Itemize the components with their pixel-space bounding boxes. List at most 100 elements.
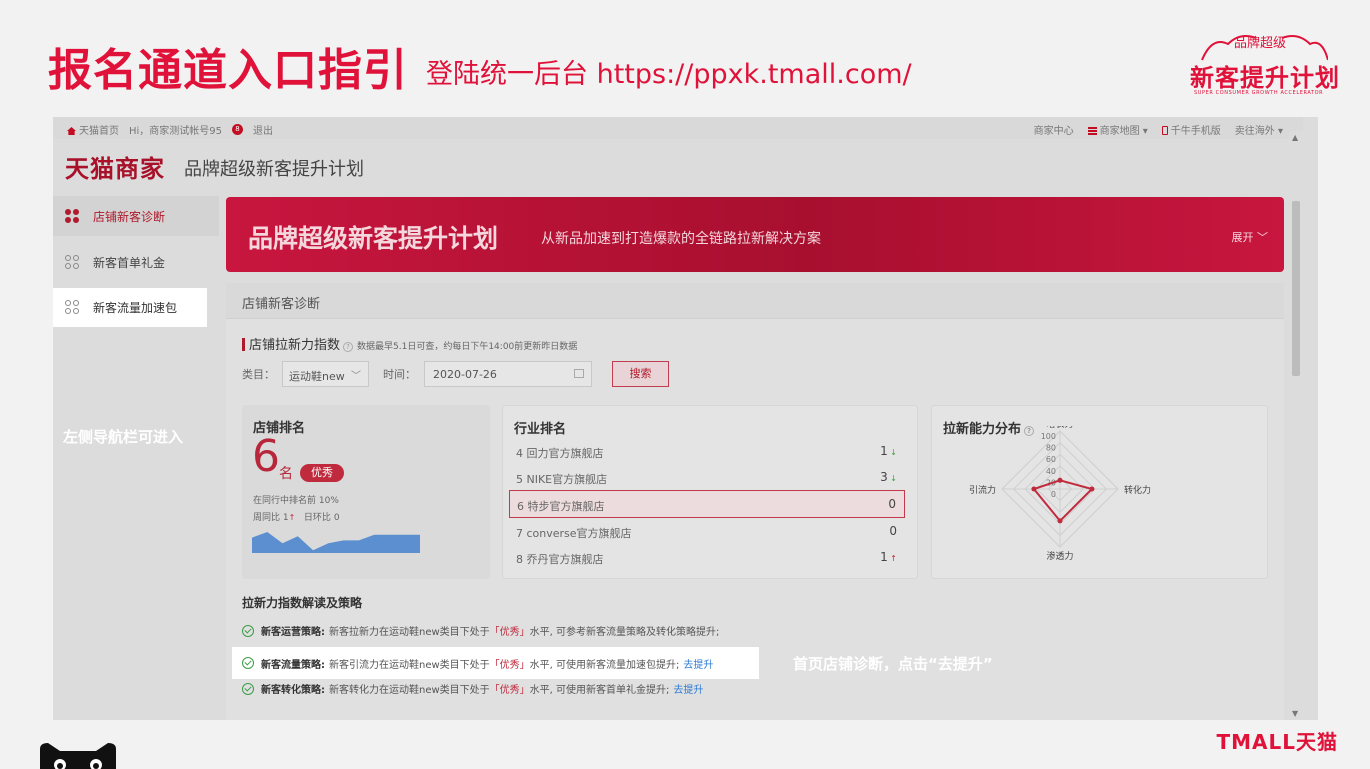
- industry-rank-row[interactable]: 8 乔丹官方旗舰店 1 ↑: [509, 546, 905, 570]
- peer-rank-text: 在同行中排名前 10%: [253, 496, 339, 506]
- radar-tick-label: 80: [1046, 444, 1056, 453]
- arrow-up-icon: ↑: [887, 554, 897, 563]
- time-label: 时间：: [383, 368, 416, 381]
- radar-point: [1057, 518, 1063, 524]
- store-rank-value: 6: [252, 431, 280, 482]
- sidebar-item-traffic-pack[interactable]: 新客流量加速包: [53, 288, 207, 327]
- improve-link[interactable]: 去提升: [683, 656, 713, 671]
- search-button[interactable]: 搜索: [612, 361, 669, 387]
- radar-tick-label: 40: [1046, 467, 1056, 476]
- home-icon: [67, 127, 76, 135]
- overseas-link[interactable]: 卖往海外 ▾: [1235, 122, 1283, 137]
- strategy-pre: 新客拉新力在运动鞋new类目下处于: [329, 627, 490, 638]
- store-name: 4 回力官方旗舰店: [516, 447, 604, 460]
- trend-area: [252, 532, 420, 553]
- arrow-down-icon: ↓: [887, 448, 897, 457]
- sidebar-annotation: 左侧导航栏可进入: [63, 428, 184, 446]
- rank-change: 1 ↑: [880, 550, 897, 564]
- store-name: 7 converse官方旗舰店: [516, 527, 632, 540]
- strategy-label: 新客流量策略:: [261, 659, 325, 671]
- sidebar-item-store-diagnosis[interactable]: 店铺新客诊断: [53, 196, 219, 236]
- slide-title: 报名通道入口指引: [48, 45, 408, 96]
- radar-axis-label: 转化力: [1124, 484, 1151, 496]
- radar-tick-label: 100: [1041, 432, 1056, 441]
- mobile-app-link[interactable]: 千牛手机版: [1161, 122, 1221, 137]
- check-circle-icon: [242, 624, 254, 637]
- strategy-level: 「优秀」: [489, 659, 530, 671]
- scroll-down-icon[interactable]: ▼: [1292, 709, 1298, 718]
- arrow-up-icon: ↑: [288, 513, 296, 522]
- click-annotation: 首页店铺诊断，点击“去提升”: [793, 655, 993, 673]
- category-select[interactable]: 运动鞋new ﹀: [282, 361, 369, 387]
- arrow-down-icon: ↓: [887, 474, 897, 483]
- check-circle-icon: [242, 657, 254, 669]
- improve-link[interactable]: 去提升: [673, 681, 703, 696]
- radar-point: [1057, 477, 1063, 483]
- brand-small-text: 品牌超级: [1234, 36, 1287, 51]
- clover-icon: [65, 208, 80, 224]
- chevron-down-icon: ﹀: [351, 371, 361, 382]
- rank-trend-chart: [252, 532, 420, 553]
- radar-axis-label: 增长力: [1046, 426, 1073, 430]
- scroll-thumb[interactable]: [1292, 201, 1300, 376]
- backend-screenshot: 天猫首页 Hi，商家测试帐号95 8 退出 商家中心 商家地图 ▾ 千牛手机版 …: [53, 117, 1318, 720]
- strategy-level: 「优秀」: [489, 627, 530, 638]
- strategy-post: 水平, 可参考新客流量策略及转化策略提升;: [529, 627, 720, 638]
- banner-slogan: 从新品加速到打造爆款的全链路拉新解决方案: [541, 231, 821, 247]
- industry-rank-row[interactable]: 4 回力官方旗舰店 1 ↓: [509, 440, 905, 464]
- greeting: Hi，商家测试帐号95: [129, 126, 223, 137]
- panel-header: 店铺新客诊断: [226, 283, 1284, 319]
- strategy-pre: 新客引流力在运动鞋new类目下处于: [329, 659, 490, 671]
- radar-axis-label: 渗透力: [1046, 550, 1073, 562]
- calendar-icon: [574, 369, 584, 378]
- seller-map-link[interactable]: 商家地图 ▾: [1087, 122, 1148, 137]
- strategy-item: 新客转化策略: 新客转化力在运动鞋new类目下处于 「优秀」 水平, 可使用新客首单礼…: [242, 681, 703, 696]
- date-input[interactable]: 2020-07-26: [424, 361, 592, 387]
- industry-rank-row[interactable]: 5 NIKE官方旗舰店 3 ↓: [509, 466, 905, 490]
- seller-center-link[interactable]: 商家中心: [1034, 122, 1074, 137]
- logout-link[interactable]: 退出: [253, 122, 273, 137]
- message-badge[interactable]: 8: [232, 124, 244, 135]
- section-title: 店铺拉新力指数? 数据最早5.1日可查，约每日下午14:00前更新昨日数据: [242, 334, 577, 353]
- clover-icon: [65, 254, 80, 270]
- radar-tick-label: 60: [1046, 455, 1056, 464]
- sidebar: 店铺新客诊断 新客首单礼金 新客流量加速包 左侧导航栏可进入: [53, 193, 219, 720]
- promo-banner: 品牌超级新客提升计划 从新品加速到打造爆款的全链路拉新解决方案 展开 ﹀: [226, 197, 1284, 272]
- filter-bar: 类目： 运动鞋new ﹀ 时间： 2020-07-26 搜索: [242, 361, 669, 387]
- help-icon[interactable]: ?: [343, 342, 354, 352]
- rank-change: 1 ↓: [880, 444, 897, 458]
- store-rank-unit: 名: [279, 466, 293, 482]
- category-label: 类目：: [242, 368, 275, 381]
- excellent-badge: 优秀: [300, 464, 344, 482]
- industry-rank-title: 行业排名: [514, 422, 567, 437]
- strategy-item: 新客运营策略: 新客拉新力在运动鞋new类目下处于 「优秀」 水平, 可参考新客流量策…: [242, 623, 719, 638]
- scroll-up-icon[interactable]: ▲: [1292, 133, 1298, 142]
- brand-logo: 品牌超级 新客提升计划 SUPER CONSUMER GROWTH ACCELE…: [1190, 28, 1339, 104]
- tmall-footer-logo: TMALL天猫: [1216, 730, 1338, 754]
- industry-rank-card: 行业排名 4 回力官方旗舰店 1 ↓ 5 NIKE官方旗舰店 3 ↓ 6 特步官方旗舰店…: [502, 405, 918, 579]
- chevron-down-icon: ﹀: [1257, 231, 1268, 244]
- clover-icon: [65, 300, 80, 315]
- scrollbar[interactable]: ▲ ▼: [1289, 131, 1303, 720]
- rank-compare: 周同比 1↑ 日环比 0: [253, 513, 340, 523]
- brand-big-text: 新客提升计划: [1190, 64, 1340, 92]
- industry-rank-row[interactable]: 6 特步官方旗舰店 0: [509, 490, 905, 518]
- banner-expand-button[interactable]: 展开 ﹀: [1232, 229, 1269, 245]
- map-icon: [1087, 127, 1097, 135]
- strategy-title: 拉新力指数解读及策略: [242, 596, 363, 610]
- strategy-label: 新客运营策略:: [261, 627, 325, 638]
- app-header: 天猫商家 品牌超级新客提升计划: [53, 139, 1303, 189]
- industry-rank-row[interactable]: 7 converse官方旗舰店 0: [509, 520, 905, 544]
- slide-subtitle: 登陆统一后台 https://ppxk.tmall.com/: [426, 59, 912, 90]
- sidebar-item-first-order-gift[interactable]: 新客首单礼金: [53, 242, 219, 282]
- tmall-merchant-logo[interactable]: 天猫商家: [65, 149, 165, 184]
- plan-title: 品牌超级新客提升计划: [184, 159, 364, 180]
- strategy-item: 新客流量策略: 新客引流力在运动鞋new类目下处于 「优秀」 水平, 可使用新客流量加…: [232, 647, 759, 679]
- check-circle-icon: [242, 682, 254, 695]
- store-name: 5 NIKE官方旗舰店: [516, 473, 608, 486]
- store-rank-card: 店铺排名 6 名 优秀 在同行中排名前 10% 周同比 1↑ 日环比 0: [242, 405, 490, 579]
- strategy-post: 水平, 可使用新客流量加速包提升;: [529, 659, 680, 671]
- strategy-pre: 新客转化力在运动鞋new类目下处于: [329, 685, 490, 696]
- home-link[interactable]: 天猫首页: [67, 122, 119, 137]
- top-bar: 天猫首页 Hi，商家测试帐号95 8 退出 商家中心 商家地图 ▾ 千牛手机版 …: [53, 117, 1303, 139]
